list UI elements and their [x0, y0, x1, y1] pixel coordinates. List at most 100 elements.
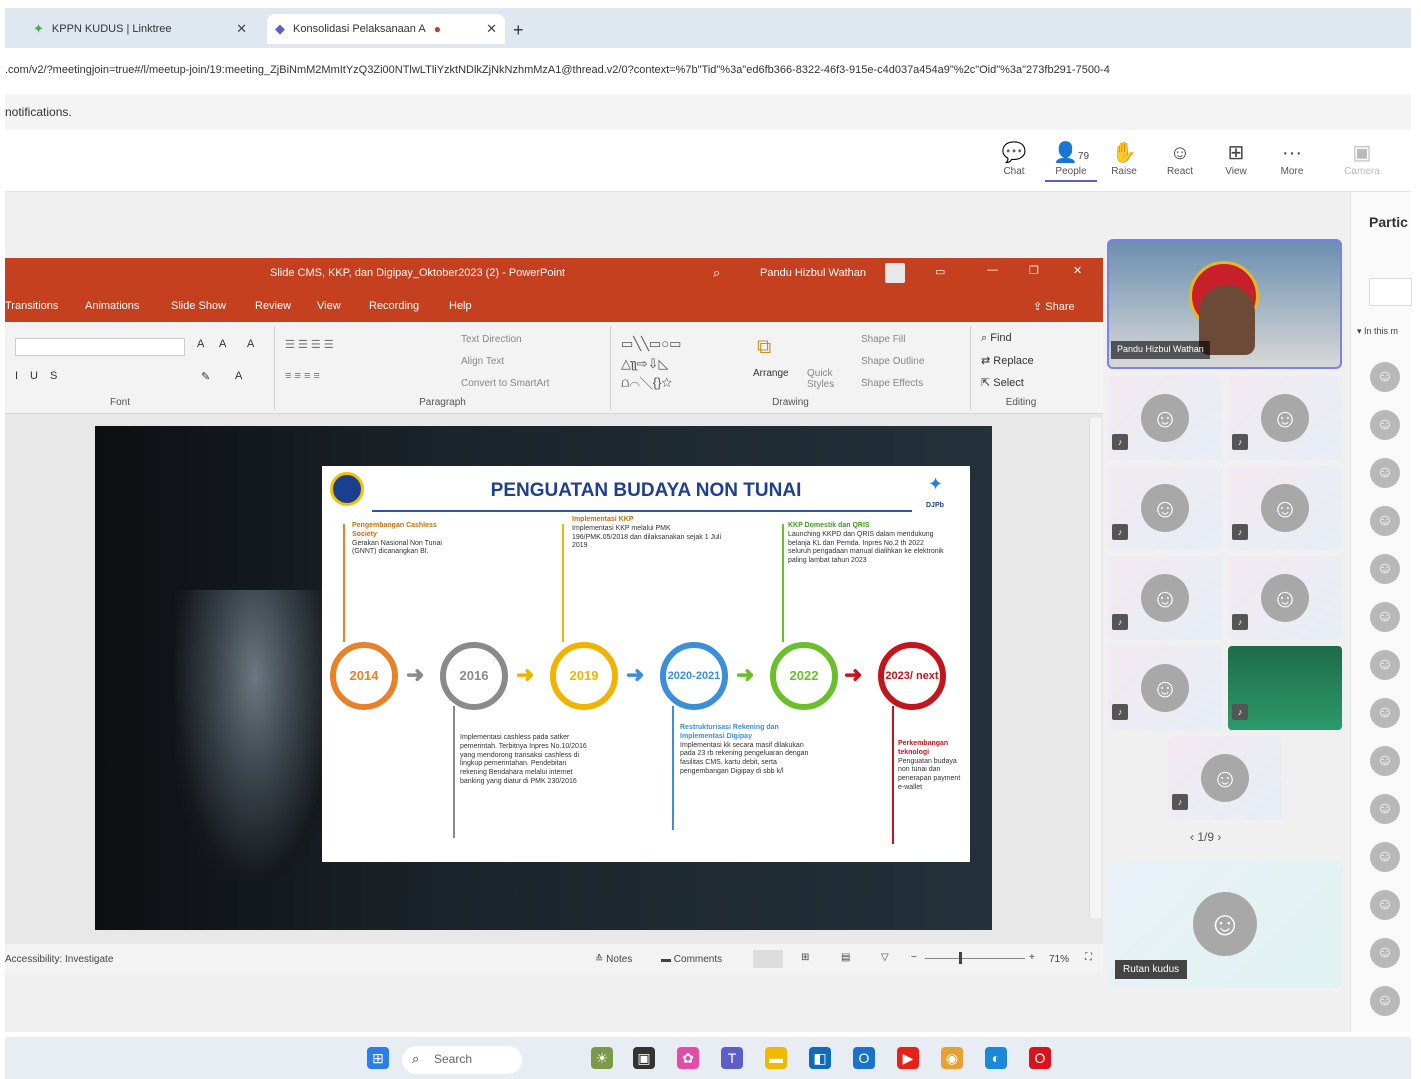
raise-hand-button[interactable]: ✋ Raise — [1101, 140, 1147, 177]
participant-tile[interactable]: ☺ ♪ — [1228, 466, 1342, 550]
participant-avatar[interactable]: ☺ — [1370, 410, 1400, 440]
search-icon[interactable]: ⌕ — [713, 265, 720, 281]
shape-fill-button[interactable]: Shape Fill — [861, 334, 905, 345]
zoom-out-icon[interactable]: − — [911, 952, 917, 963]
participant-avatar[interactable]: ☺ — [1370, 602, 1400, 632]
menu-review[interactable]: Review — [255, 300, 291, 312]
widget-icon[interactable]: ☀ — [591, 1047, 613, 1069]
participant-tile[interactable]: ☺ ♪ — [1108, 466, 1222, 550]
select-button[interactable]: ⇱ Select — [981, 376, 1024, 389]
participant-tile[interactable]: ☺ ♪ — [1228, 556, 1342, 640]
share-button[interactable]: ⇪ Share — [1033, 300, 1075, 313]
participant-tile[interactable]: ☺ ♪ — [1168, 736, 1282, 820]
opera-icon[interactable]: O — [1029, 1047, 1051, 1069]
participant-avatar[interactable]: ☺ — [1370, 506, 1400, 536]
edge-icon[interactable]: ◐ — [985, 1047, 1007, 1069]
participant-avatar[interactable]: ☺ — [1370, 458, 1400, 488]
shrink-font-icon[interactable]: A — [219, 338, 226, 350]
menu-slide-show[interactable]: Slide Show — [171, 300, 226, 312]
bullets-icon[interactable]: ☰ ☰ ☰ ☰ — [285, 338, 334, 351]
participant-search-input[interactable] — [1369, 278, 1412, 306]
participant-avatar[interactable]: ☺ — [1370, 698, 1400, 728]
ribbon-display-icon[interactable]: ▭ — [935, 265, 945, 278]
chevron-right-icon[interactable]: › — [1214, 830, 1221, 844]
notes-button[interactable]: ≙ Notes — [595, 954, 632, 965]
copilot-icon[interactable]: ✿ — [677, 1047, 699, 1069]
text-direction-button[interactable]: Text Direction — [461, 334, 522, 345]
slide-sorter-icon[interactable]: ⊞ — [801, 952, 809, 963]
shape-effects-button[interactable]: Shape Effects — [861, 378, 923, 389]
participant-video-tile[interactable]: ♪ — [1228, 646, 1342, 730]
restore-icon[interactable]: ❐ — [1029, 264, 1039, 277]
participant-avatar[interactable]: ☺ — [1370, 986, 1400, 1016]
zoom-slider[interactable] — [925, 958, 1025, 959]
replace-button[interactable]: ⇄ Replace — [981, 354, 1034, 367]
outlook-icon[interactable]: O — [853, 1047, 875, 1069]
shape-outline-button[interactable]: Shape Outline — [861, 356, 924, 367]
participant-avatar[interactable]: ☺ — [1370, 842, 1400, 872]
convert-smartart-button[interactable]: Convert to SmartArt — [461, 378, 549, 389]
file-explorer-icon[interactable]: ▬ — [765, 1047, 787, 1069]
fit-slide-icon[interactable]: ⛶ — [1085, 952, 1092, 963]
participant-tile[interactable]: ☺ ♪ — [1228, 376, 1342, 460]
menu-animations[interactable]: Animations — [85, 300, 139, 312]
new-tab-icon[interactable]: + — [513, 20, 524, 41]
menu-recording[interactable]: Recording — [369, 300, 419, 312]
font-size-box[interactable] — [15, 338, 185, 356]
taskbar-search[interactable]: Search — [402, 1046, 522, 1074]
text-format-icons[interactable]: IUS — [15, 370, 69, 382]
arrange-button[interactable]: Arrange — [753, 368, 789, 379]
close-tab-icon[interactable]: ✕ — [236, 21, 247, 37]
quick-styles-button[interactable]: Quick Styles — [807, 368, 837, 390]
reading-view-icon[interactable]: ▤ — [841, 952, 850, 963]
participant-avatar[interactable]: ☺ — [1370, 554, 1400, 584]
participant-avatar[interactable]: ☺ — [1370, 362, 1400, 392]
menu-view[interactable]: View — [317, 300, 341, 312]
tab-linktree[interactable]: ✦ KPPN KUDUS | Linktree ✕ — [25, 14, 255, 44]
react-button[interactable]: ☺ React — [1157, 140, 1203, 177]
comments-button[interactable]: ▬ Comments — [661, 954, 722, 965]
slideshow-icon[interactable]: ▽ — [881, 952, 889, 963]
menu-help[interactable]: Help — [449, 300, 472, 312]
task-view-icon[interactable]: ▣ — [633, 1047, 655, 1069]
chrome-icon[interactable]: ◉ — [941, 1047, 963, 1069]
align-text-button[interactable]: Align Text — [461, 356, 504, 367]
menu-transitions[interactable]: Transitions — [5, 300, 58, 312]
zoom-level[interactable]: 71% — [1049, 954, 1069, 965]
more-button[interactable]: ··· More — [1269, 140, 1315, 177]
zoom-in-icon[interactable]: + — [1029, 952, 1035, 963]
clear-format-icon[interactable]: A — [247, 338, 254, 350]
participant-tile[interactable]: ☺ ♪ — [1108, 556, 1222, 640]
find-button[interactable]: ⌕ Find — [981, 332, 1012, 345]
zoom-slider-thumb[interactable] — [959, 952, 962, 964]
participant-avatar[interactable]: ☺ — [1370, 794, 1400, 824]
store-icon[interactable]: ◧ — [809, 1047, 831, 1069]
accessibility-status[interactable]: Accessibility: Investigate — [5, 954, 113, 965]
teams-app-icon[interactable]: T — [721, 1047, 743, 1069]
close-icon[interactable]: ✕ — [1073, 264, 1082, 277]
highlight-icon[interactable]: ✎ — [201, 370, 210, 383]
participant-avatar[interactable]: ☺ — [1370, 650, 1400, 680]
windows-start-icon[interactable]: ⊞ — [367, 1047, 389, 1069]
normal-view-icon[interactable] — [753, 950, 783, 968]
minimize-icon[interactable]: — — [987, 264, 998, 276]
close-tab-icon[interactable]: ✕ — [486, 21, 497, 37]
shapes-gallery-icon[interactable]: ▭╲╲▭○▭ △ʅʅ⇨⇩◺ ⩍⌒╲{}☆ — [621, 334, 681, 393]
font-color-icon[interactable]: A — [235, 370, 242, 382]
address-bar[interactable]: .com/v2/?meetingjoin=true#/l/meetup-join… — [5, 52, 1411, 90]
align-icons[interactable]: ≡ ≡ ≡ ≡ — [285, 370, 320, 382]
people-button[interactable]: 👤79 People — [1045, 140, 1097, 182]
participant-avatar[interactable]: ☺ — [1370, 938, 1400, 968]
chat-button[interactable]: 💬 Chat — [991, 140, 1037, 177]
participant-tile[interactable]: ☺ ♪ — [1108, 376, 1222, 460]
arrange-icon[interactable]: ⧉ — [757, 336, 771, 359]
youtube-icon[interactable]: ▶ — [897, 1047, 919, 1069]
gallery-pager[interactable]: ‹ 1/9 › — [1190, 830, 1221, 844]
view-button[interactable]: ⊞ View — [1213, 140, 1259, 177]
participant-tile[interactable]: ☺ ♪ — [1108, 646, 1222, 730]
grow-font-icon[interactable]: A — [197, 338, 204, 350]
participant-avatar[interactable]: ☺ — [1370, 746, 1400, 776]
tab-teams-meeting[interactable]: ◆ Konsolidasi Pelaksanaan A ● ✕ — [267, 14, 505, 44]
user-avatar[interactable] — [885, 263, 905, 283]
scrollbar[interactable] — [1089, 418, 1101, 918]
